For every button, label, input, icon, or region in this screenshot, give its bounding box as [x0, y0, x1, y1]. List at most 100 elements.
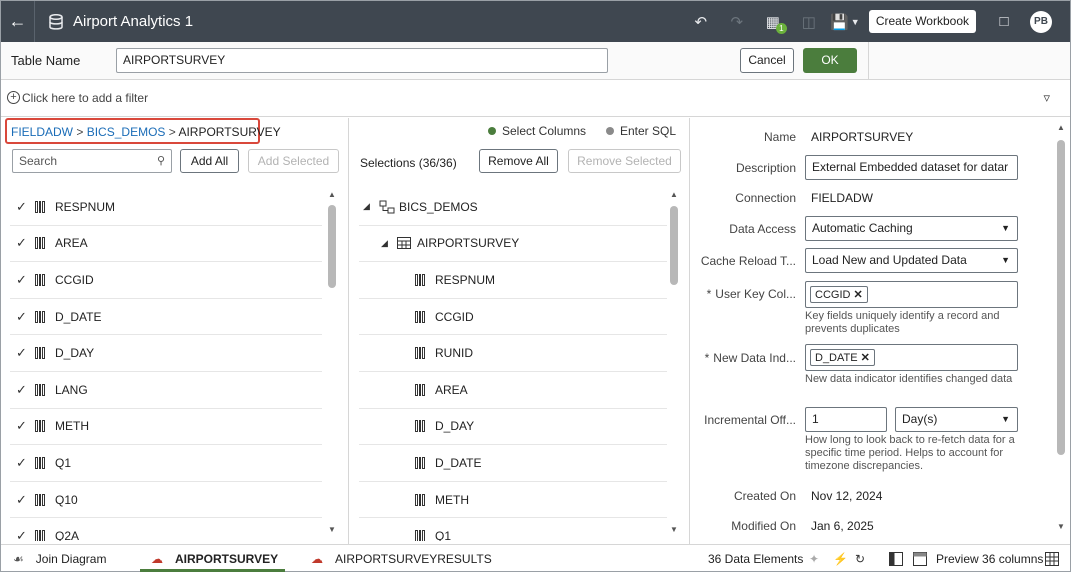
- scrollbar-thumb[interactable]: [1057, 140, 1065, 455]
- column-name: RESPNUM: [435, 272, 496, 287]
- tree-column-item[interactable]: D_DAY: [359, 409, 667, 446]
- list-item[interactable]: ✓ AREA: [10, 226, 322, 263]
- description-input[interactable]: External Embedded dataset for datar: [805, 155, 1018, 180]
- join-diagram-tab[interactable]: ☙ Join Diagram: [13, 552, 106, 566]
- table-name-label: Table Name: [11, 53, 81, 68]
- data-source-icon[interactable]: ◫: [797, 10, 821, 34]
- column-name: METH: [435, 492, 469, 507]
- collapse-triangle-icon[interactable]: ◢: [363, 201, 375, 212]
- remove-selected-button[interactable]: Remove Selected: [568, 149, 681, 173]
- description-label: Description: [735, 161, 796, 175]
- list-item[interactable]: ✓ Q1: [10, 445, 322, 482]
- scroll-down-icon[interactable]: ▼: [670, 525, 678, 534]
- breadcrumb-connection[interactable]: FIELDADW: [11, 125, 73, 139]
- tree-column-item[interactable]: METH: [359, 482, 667, 519]
- check-icon: ✓: [16, 528, 27, 541]
- check-icon: ✓: [16, 454, 27, 470]
- tree-table-node[interactable]: ◢ AIRPORTSURVEY: [359, 226, 667, 263]
- column-icon: [35, 347, 48, 360]
- undo-icon[interactable]: ↶: [689, 10, 713, 34]
- tree-column-item[interactable]: RESPNUM: [359, 262, 667, 299]
- column-name: Q2A: [55, 529, 80, 541]
- save-icon[interactable]: 💾 ▼: [830, 10, 860, 34]
- breadcrumb-schema[interactable]: BICS_DEMOS: [87, 125, 166, 139]
- user-key-input[interactable]: CCGID ✕: [805, 281, 1018, 308]
- remove-chip-icon[interactable]: ✕: [861, 352, 870, 364]
- scrollbar-thumb[interactable]: [328, 205, 336, 288]
- search-input[interactable]: Search ⚲: [12, 149, 172, 173]
- list-item[interactable]: ✓ D_DAY: [10, 335, 322, 372]
- avatar[interactable]: PB: [1030, 10, 1052, 33]
- scroll-down-icon[interactable]: ▼: [1057, 522, 1065, 531]
- preview-layout-icon[interactable]: [913, 552, 927, 566]
- incremental-unit-select[interactable]: Day(s) ▼: [895, 407, 1018, 432]
- scroll-down-icon[interactable]: ▼: [328, 525, 336, 534]
- table-name-input[interactable]: AIRPORTSURVEY: [116, 48, 608, 73]
- column-icon: [415, 347, 428, 360]
- panel-toggle-icon[interactable]: [889, 552, 903, 566]
- scrollbar-thumb[interactable]: [670, 206, 678, 285]
- add-filter-link[interactable]: Click here to add a filter: [22, 91, 148, 105]
- cache-reload-select[interactable]: Load New and Updated Data ▼: [805, 248, 1018, 273]
- enter-sql-label: Enter SQL: [620, 124, 677, 138]
- column-name: Q10: [55, 492, 78, 507]
- check-icon: ✓: [16, 308, 27, 324]
- remove-chip-icon[interactable]: ✕: [853, 289, 862, 301]
- tree-column-item[interactable]: RUNID: [359, 335, 667, 372]
- scroll-up-icon[interactable]: ▲: [670, 190, 678, 199]
- new-data-input[interactable]: D_DATE ✕: [805, 344, 1018, 371]
- column-icon: [35, 420, 48, 433]
- collapse-triangle-icon[interactable]: ◢: [381, 238, 393, 249]
- list-item[interactable]: ✓ RESPNUM: [10, 189, 322, 226]
- column-icon: [35, 530, 48, 541]
- pin-icon[interactable]: ✦: [809, 552, 819, 566]
- cancel-button[interactable]: Cancel: [740, 48, 794, 73]
- check-icon: ✓: [16, 381, 27, 397]
- refresh-icon[interactable]: ↻: [855, 552, 865, 566]
- list-item[interactable]: ✓ Q2A: [10, 518, 322, 541]
- check-icon: ✓: [16, 271, 27, 287]
- validate-icon[interactable]: ▦ 1: [761, 10, 787, 34]
- database-icon: [49, 13, 63, 30]
- preview-columns-label[interactable]: Preview 36 columns: [936, 552, 1043, 566]
- list-item[interactable]: ✓ METH: [10, 409, 322, 446]
- create-workbook-button[interactable]: Create Workbook: [868, 10, 976, 33]
- tree-column-item[interactable]: Q1: [359, 518, 667, 541]
- column-icon: [415, 383, 428, 396]
- add-selected-button[interactable]: Add Selected: [248, 149, 339, 173]
- filter-icon[interactable]: ▿: [1043, 90, 1050, 106]
- column-name: Q1: [435, 529, 452, 541]
- lightning-icon[interactable]: ⚡: [833, 552, 848, 566]
- add-all-button[interactable]: Add All: [180, 149, 239, 173]
- bookmark-icon[interactable]: □: [992, 10, 1016, 34]
- search-icon[interactable]: ⚲: [157, 154, 165, 167]
- tree-schema-node[interactable]: ◢ BICS_DEMOS: [359, 189, 667, 226]
- list-item[interactable]: ✓ Q10: [10, 482, 322, 519]
- scroll-up-icon[interactable]: ▲: [1057, 123, 1065, 132]
- grid-icon[interactable]: [1045, 552, 1059, 566]
- user-key-label: * User Key Col...: [706, 287, 796, 301]
- table-name-row: Table Name AIRPORTSURVEY Cancel OK: [1, 42, 1070, 80]
- incremental-offset-input[interactable]: 1: [805, 407, 887, 432]
- redo-icon[interactable]: ↷: [725, 10, 749, 34]
- tree-column-item[interactable]: AREA: [359, 372, 667, 409]
- column-icon: [35, 493, 48, 506]
- select-columns-option[interactable]: Select Columns: [488, 124, 586, 138]
- created-on-label: Created On: [733, 489, 796, 503]
- tree-column-item[interactable]: D_DATE: [359, 445, 667, 482]
- data-access-select[interactable]: Automatic Caching ▼: [805, 216, 1018, 241]
- ok-button[interactable]: OK: [803, 48, 857, 73]
- tab-airportsurvey[interactable]: ☁ AIRPORTSURVEY: [151, 552, 278, 566]
- name-value: AIRPORTSURVEY: [811, 130, 914, 144]
- remove-all-button[interactable]: Remove All: [479, 149, 558, 173]
- list-item[interactable]: ✓ D_DATE: [10, 299, 322, 336]
- scroll-up-icon[interactable]: ▲: [328, 190, 336, 199]
- list-item[interactable]: ✓ CCGID: [10, 262, 322, 299]
- back-arrow-icon[interactable]: ←: [1, 1, 35, 42]
- enter-sql-option[interactable]: Enter SQL: [606, 124, 676, 138]
- tree-column-item[interactable]: CCGID: [359, 299, 667, 336]
- tab-airportsurveyresults[interactable]: ☁ AIRPORTSURVEYRESULTS: [311, 552, 492, 566]
- column-name: D_DATE: [55, 309, 102, 324]
- add-filter-icon[interactable]: +: [7, 91, 20, 104]
- list-item[interactable]: ✓ LANG: [10, 372, 322, 409]
